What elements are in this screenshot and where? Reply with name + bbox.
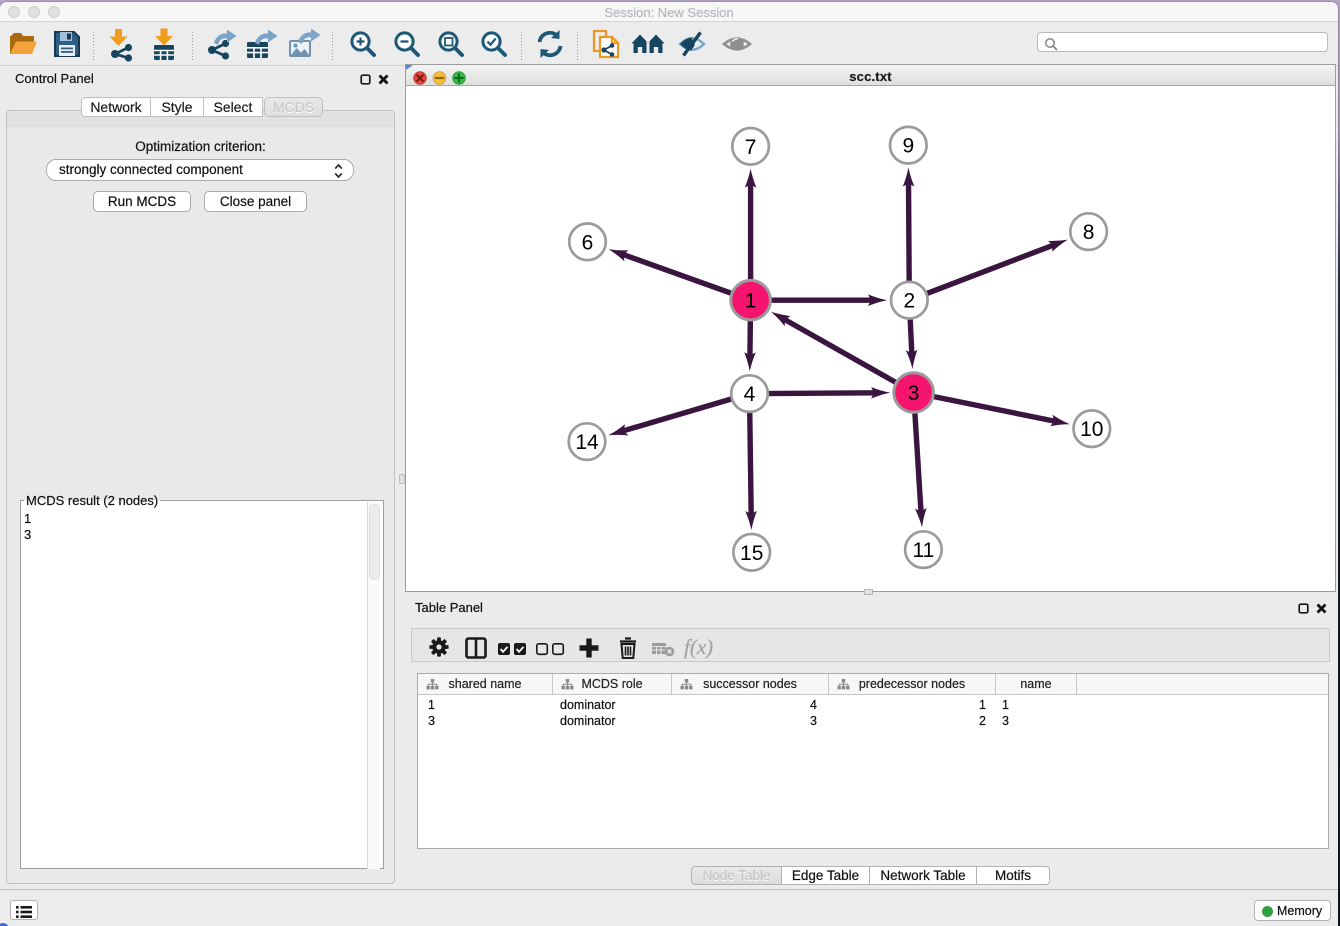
svg-text:15: 15 (740, 542, 763, 565)
svg-text:7: 7 (745, 136, 757, 159)
svg-text:8: 8 (1083, 221, 1095, 244)
svg-text:2: 2 (903, 290, 915, 313)
svg-text:1: 1 (745, 290, 757, 313)
svg-text:10: 10 (1080, 418, 1103, 441)
svg-text:6: 6 (582, 231, 594, 254)
svg-text:4: 4 (744, 383, 756, 406)
svg-text:14: 14 (575, 431, 599, 454)
svg-text:3: 3 (908, 382, 920, 405)
svg-text:9: 9 (902, 135, 914, 158)
svg-text:11: 11 (912, 539, 934, 562)
